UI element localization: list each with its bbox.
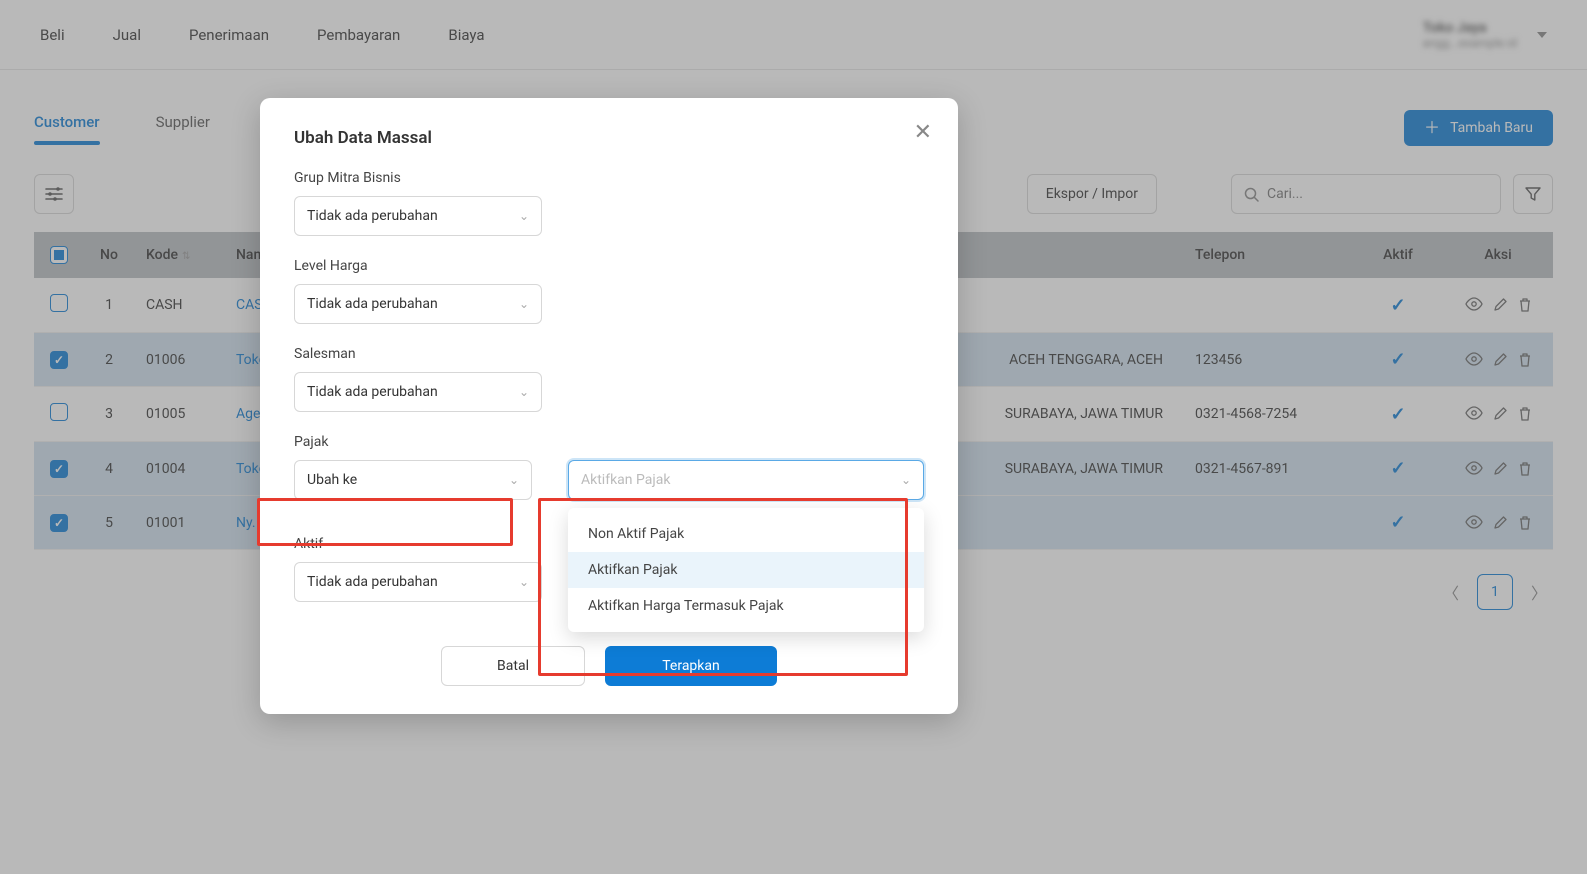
chevron-down-icon: ⌄: [519, 209, 529, 223]
bulk-edit-modal: Ubah Data Massal ✕ Grup Mitra Bisnis Tid…: [260, 98, 958, 714]
chevron-down-icon: ⌄: [901, 473, 911, 487]
select-aktif[interactable]: Tidak ada perubahan⌄: [294, 562, 542, 602]
select-pajak-action[interactable]: Ubah ke⌄: [294, 460, 532, 500]
select-level[interactable]: Tidak ada perubahan⌄: [294, 284, 542, 324]
cancel-button[interactable]: Batal: [441, 646, 585, 686]
chevron-down-icon: ⌄: [519, 385, 529, 399]
modal-title: Ubah Data Massal: [294, 128, 924, 148]
label-grup: Grup Mitra Bisnis: [294, 170, 924, 186]
option-aktifkan-harga-termasuk-pajak[interactable]: Aktifkan Harga Termasuk Pajak: [568, 588, 924, 624]
chevron-down-icon: ⌄: [509, 473, 519, 487]
option-non-aktif-pajak[interactable]: Non Aktif Pajak: [568, 516, 924, 552]
chevron-down-icon: ⌄: [519, 297, 529, 311]
option-aktifkan-pajak[interactable]: Aktifkan Pajak: [568, 552, 924, 588]
select-salesman[interactable]: Tidak ada perubahan⌄: [294, 372, 542, 412]
label-pajak: Pajak: [294, 434, 924, 450]
chevron-down-icon: ⌄: [519, 575, 529, 589]
pajak-dropdown: Non Aktif Pajak Aktifkan Pajak Aktifkan …: [568, 508, 924, 632]
select-pajak-value[interactable]: Aktifkan Pajak⌄: [568, 460, 924, 500]
label-level: Level Harga: [294, 258, 924, 274]
label-salesman: Salesman: [294, 346, 924, 362]
select-grup[interactable]: Tidak ada perubahan⌄: [294, 196, 542, 236]
apply-button[interactable]: Terapkan: [605, 646, 777, 686]
close-icon[interactable]: ✕: [914, 120, 932, 145]
